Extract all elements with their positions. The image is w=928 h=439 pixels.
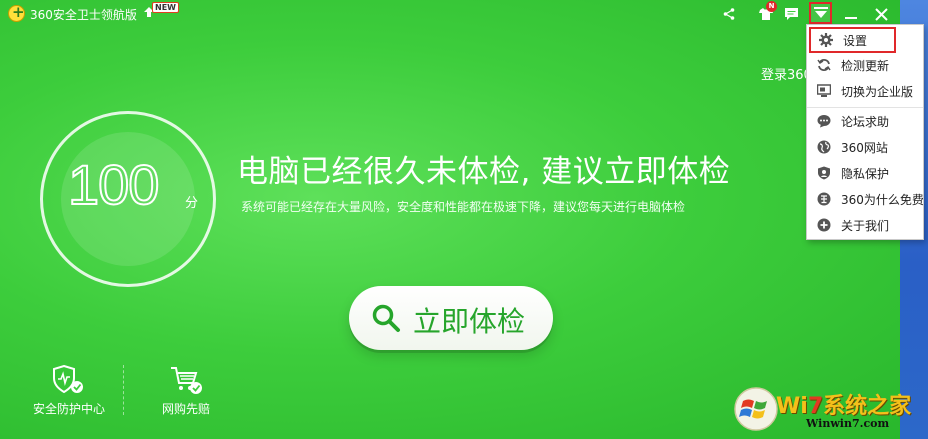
menu-item-360-website[interactable]: 360网站 (807, 134, 923, 160)
globe-icon (817, 140, 831, 154)
search-icon (372, 304, 400, 332)
shopping-guarantee-shortcut[interactable]: 网购先赔 (141, 365, 231, 425)
app-title: 360安全卫士领航版 (30, 8, 137, 22)
start-checkup-label: 立即体检 (413, 306, 526, 337)
gear-icon (819, 33, 833, 47)
main-menu-button[interactable] (809, 2, 832, 24)
menu-item-privacy[interactable]: 隐私保护 (807, 160, 923, 186)
watermark-brand: Wi7系统之家 (776, 388, 911, 420)
app-logo-icon (8, 3, 25, 22)
status-description: 系统可能已经存在大量风险，安全度和性能都在极速下降，建议您每天进行电脑体检 (241, 200, 686, 214)
menu-item-switch-enterprise[interactable]: 切换为企业版 (807, 78, 923, 104)
menu-item-label: 隐私保护 (841, 166, 890, 181)
security-center-label: 安全防护中心 (32, 402, 105, 416)
watermark-brand-prefix: Wi (776, 394, 808, 419)
status-headline: 电脑已经很久未体检, 建议立即体检 (237, 154, 731, 190)
menu-item-label: 设置 (843, 33, 868, 48)
start-checkup-button[interactable]: 立即体检 (349, 286, 553, 350)
chat-bubble-icon (817, 114, 831, 128)
security-center-shortcut[interactable]: 安全防护中心 (24, 365, 114, 425)
main-window: 360安全卫士领航版 NEW N (0, 0, 900, 439)
new-badge: NEW (152, 2, 179, 13)
monitor-icon (817, 84, 831, 98)
shortcut-divider (123, 365, 124, 415)
shopping-cart-icon (171, 367, 202, 394)
login-link[interactable]: 登录360 (761, 64, 812, 83)
skin-notification-badge: N (766, 1, 777, 12)
menu-item-label: 论坛求助 (841, 114, 890, 129)
close-icon[interactable] (871, 4, 891, 24)
watermark-brand-suffix: 系统之家 (823, 394, 912, 419)
menu-item-settings[interactable]: 设置 (809, 27, 896, 53)
shopping-guarantee-label: 网购先赔 (161, 402, 210, 416)
score-unit: 分 (185, 196, 199, 211)
main-dropdown-menu: 设置 检测更新 切换为企业版 论坛求助 360网站 隐私保护 360为什么免费 … (806, 24, 924, 240)
watermark-brand-seven: 7 (807, 394, 824, 419)
free-icon (817, 192, 831, 206)
menu-item-label: 关于我们 (841, 218, 890, 233)
menu-item-label: 切换为企业版 (841, 84, 914, 99)
message-icon[interactable] (781, 4, 801, 24)
windows-logo-icon (734, 387, 778, 431)
refresh-icon (817, 58, 831, 72)
score-ring: 100 分 (40, 111, 216, 287)
menu-item-label: 360网站 (841, 140, 888, 155)
menu-item-about-us[interactable]: 关于我们 (807, 212, 923, 238)
menu-item-check-update[interactable]: 检测更新 (807, 52, 923, 78)
privacy-shield-icon (817, 166, 831, 180)
menu-item-label: 360为什么免费 (841, 192, 924, 207)
title-bar: 360安全卫士领航版 NEW N (0, 0, 900, 28)
menu-item-why-free[interactable]: 360为什么免费 (807, 186, 924, 212)
watermark-url: Winwin7.com (806, 417, 890, 430)
plus-circle-icon (817, 218, 831, 232)
minimize-icon[interactable] (841, 4, 861, 24)
health-score: 100 (67, 152, 160, 217)
shield-check-icon (53, 365, 83, 394)
share-icon[interactable] (719, 4, 739, 24)
menu-item-label: 检测更新 (841, 58, 890, 73)
menu-item-forum-help[interactable]: 论坛求助 (807, 108, 923, 134)
